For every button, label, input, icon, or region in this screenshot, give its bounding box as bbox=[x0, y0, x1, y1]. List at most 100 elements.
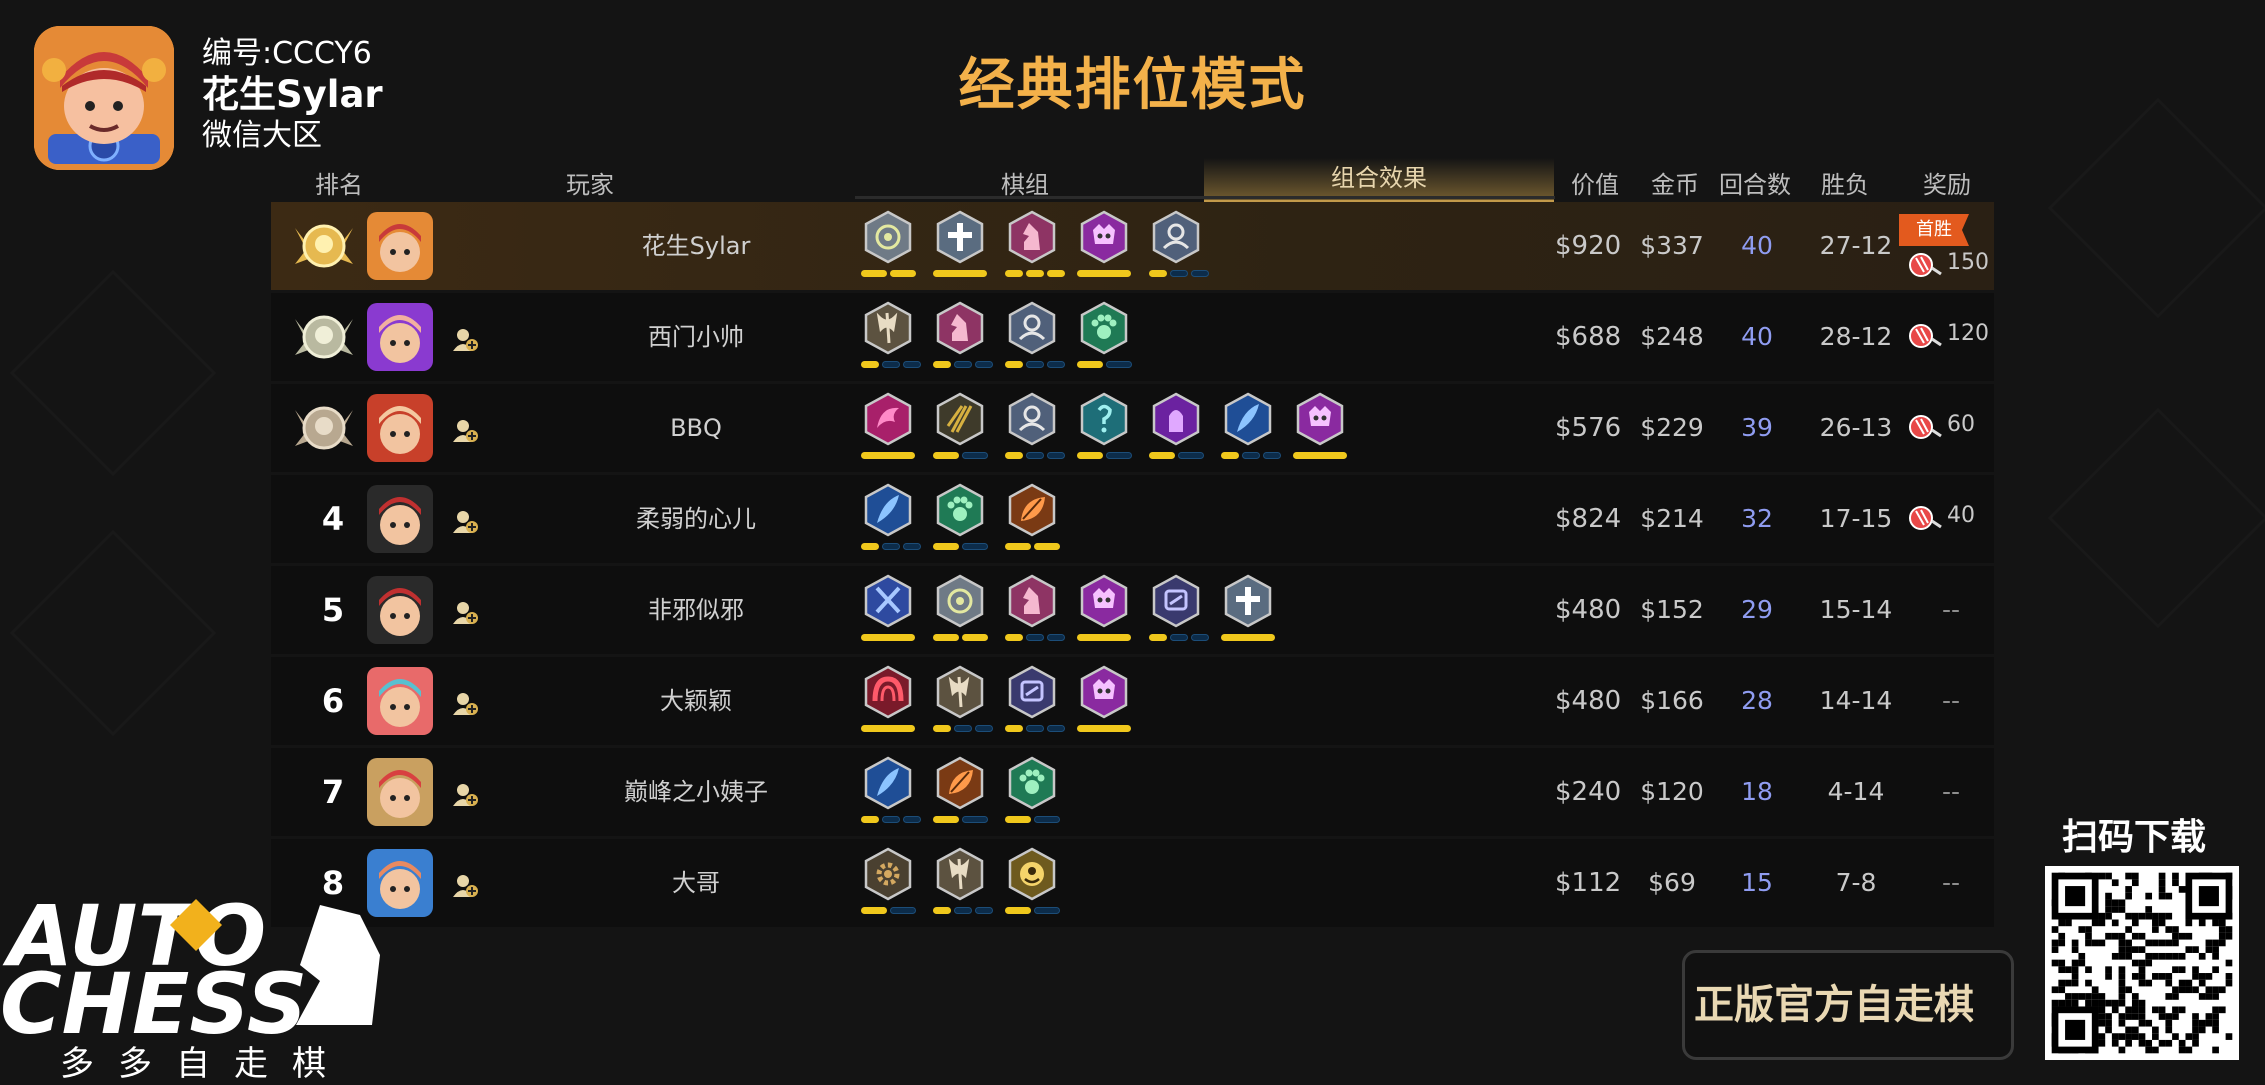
add-friend-icon[interactable] bbox=[451, 871, 479, 899]
synergy-item[interactable] bbox=[1077, 574, 1131, 646]
paw-icon bbox=[1008, 756, 1056, 810]
synergy-item[interactable] bbox=[1005, 483, 1060, 555]
rank-medal-icon bbox=[295, 406, 353, 450]
add-friend-icon[interactable] bbox=[451, 325, 479, 353]
synergy-item[interactable] bbox=[1077, 210, 1131, 282]
synergy-level bbox=[933, 543, 988, 550]
download-qr-code[interactable] bbox=[2045, 866, 2239, 1060]
synergy-pip bbox=[962, 816, 988, 823]
add-friend-icon[interactable] bbox=[451, 780, 479, 808]
synergy-item[interactable] bbox=[1005, 574, 1065, 646]
goblin-icon bbox=[1008, 665, 1056, 719]
reward-value: -- bbox=[1941, 868, 1961, 897]
table-row[interactable]: 6 大颖颖 $480 $166 28 14-14 -- bbox=[271, 657, 1994, 745]
table-row[interactable]: 4 柔弱的心儿 $824 $214 32 17-15 40 bbox=[271, 475, 1994, 563]
synergy-item[interactable] bbox=[1005, 392, 1065, 464]
table-row[interactable]: BBQ $576 $229 39 26-13 60 bbox=[271, 384, 1994, 472]
synergy-level bbox=[861, 725, 915, 732]
trident-icon bbox=[936, 392, 984, 446]
synergy-item[interactable] bbox=[1005, 665, 1065, 737]
worth-value: $112 bbox=[1555, 868, 1622, 898]
synergy-item[interactable] bbox=[933, 392, 988, 464]
synergy-pip bbox=[954, 725, 972, 732]
player-avatar[interactable] bbox=[367, 758, 433, 826]
synergy-item[interactable] bbox=[1005, 847, 1060, 919]
synergy-item[interactable] bbox=[1077, 301, 1132, 373]
scan-download-label: 扫码下载 bbox=[2062, 817, 2207, 858]
player-name[interactable]: 巅峰之小姨子 bbox=[531, 748, 861, 836]
synergy-item[interactable] bbox=[933, 574, 988, 646]
player-name[interactable]: 大哥 bbox=[531, 839, 861, 927]
knight-icon bbox=[1008, 210, 1056, 264]
synergy-item[interactable] bbox=[861, 756, 921, 828]
synergy-item[interactable] bbox=[933, 483, 988, 555]
synergy-item[interactable] bbox=[861, 847, 916, 919]
synergy-item[interactable] bbox=[861, 483, 921, 555]
human-icon bbox=[1152, 210, 1200, 264]
synergy-item[interactable] bbox=[1077, 665, 1131, 737]
synergy-pip bbox=[1047, 725, 1065, 732]
synergy-level bbox=[861, 361, 921, 368]
synergy-item[interactable] bbox=[861, 301, 921, 373]
player-name[interactable]: BBQ bbox=[531, 384, 861, 472]
rank-medal-icon bbox=[295, 315, 353, 359]
synergy-pip bbox=[903, 816, 921, 823]
synergy-item[interactable] bbox=[933, 301, 993, 373]
player-name[interactable]: 非邪似邪 bbox=[531, 566, 861, 654]
player-avatar[interactable] bbox=[367, 212, 433, 280]
add-friend-icon[interactable] bbox=[451, 507, 479, 535]
synergy-item[interactable] bbox=[1221, 392, 1281, 464]
feather-icon bbox=[864, 483, 912, 537]
player-name[interactable]: 柔弱的心儿 bbox=[531, 475, 861, 563]
synergy-pip bbox=[1077, 725, 1131, 732]
synergy-pip bbox=[1170, 634, 1188, 641]
synergy-item[interactable] bbox=[861, 392, 915, 464]
synergy-item[interactable] bbox=[1005, 301, 1065, 373]
synergy-level bbox=[933, 361, 993, 368]
player-name[interactable]: 大颖颖 bbox=[531, 657, 861, 745]
synergy-item[interactable] bbox=[861, 665, 915, 737]
synergy-pip bbox=[1293, 452, 1347, 459]
synergy-pip bbox=[1047, 634, 1065, 641]
synergy-item[interactable] bbox=[1149, 574, 1209, 646]
candy-icon bbox=[1909, 415, 1942, 439]
synergy-item[interactable] bbox=[1005, 756, 1060, 828]
synergy-item[interactable] bbox=[1005, 210, 1065, 282]
player-avatar[interactable] bbox=[367, 667, 433, 735]
synergy-pip bbox=[861, 907, 887, 914]
add-friend-icon[interactable] bbox=[451, 689, 479, 717]
synergy-item[interactable] bbox=[1077, 392, 1132, 464]
player-avatar[interactable] bbox=[367, 303, 433, 371]
synergy-item[interactable] bbox=[933, 665, 993, 737]
player-name[interactable]: 西门小帅 bbox=[531, 293, 861, 381]
synergy-item[interactable] bbox=[1293, 392, 1347, 464]
table-row[interactable]: 西门小帅 $688 $248 40 28-12 120 bbox=[271, 293, 1994, 381]
table-row[interactable]: 8 大哥 $112 $69 15 7-8 -- bbox=[271, 839, 1994, 927]
synergy-item[interactable] bbox=[933, 756, 988, 828]
rank-number: 6 bbox=[321, 682, 345, 720]
synergy-item[interactable] bbox=[933, 847, 993, 919]
synergy-item[interactable] bbox=[933, 210, 987, 282]
table-row[interactable]: 7 巅峰之小姨子 $240 $120 18 4-14 -- bbox=[271, 748, 1994, 836]
table-row[interactable]: 花生Sylar $920 $337 40 27-12 首胜 150 bbox=[271, 202, 1994, 290]
player-avatar[interactable] bbox=[367, 394, 433, 462]
synergy-item[interactable] bbox=[1149, 392, 1204, 464]
leaf-icon bbox=[936, 756, 984, 810]
synergy-item[interactable] bbox=[1149, 210, 1209, 282]
col-header-reward: 奖励 bbox=[1923, 171, 1971, 199]
synergy-item[interactable] bbox=[1221, 574, 1275, 646]
add-friend-icon[interactable] bbox=[451, 416, 479, 444]
synergy-pip bbox=[1242, 452, 1260, 459]
synergy-pip bbox=[1034, 543, 1060, 550]
synergy-item[interactable] bbox=[861, 210, 916, 282]
table-row[interactable]: 5 非邪似邪 $480 $152 29 15-14 -- bbox=[271, 566, 1994, 654]
player-name[interactable]: 花生Sylar bbox=[531, 202, 861, 290]
synergy-level bbox=[861, 907, 916, 914]
player-avatar[interactable] bbox=[367, 576, 433, 644]
gold-value: $248 bbox=[1640, 322, 1704, 351]
add-friend-icon[interactable] bbox=[451, 598, 479, 626]
axe-icon bbox=[936, 665, 984, 719]
axe-icon bbox=[936, 847, 984, 901]
synergy-item[interactable] bbox=[861, 574, 915, 646]
player-avatar[interactable] bbox=[367, 485, 433, 553]
